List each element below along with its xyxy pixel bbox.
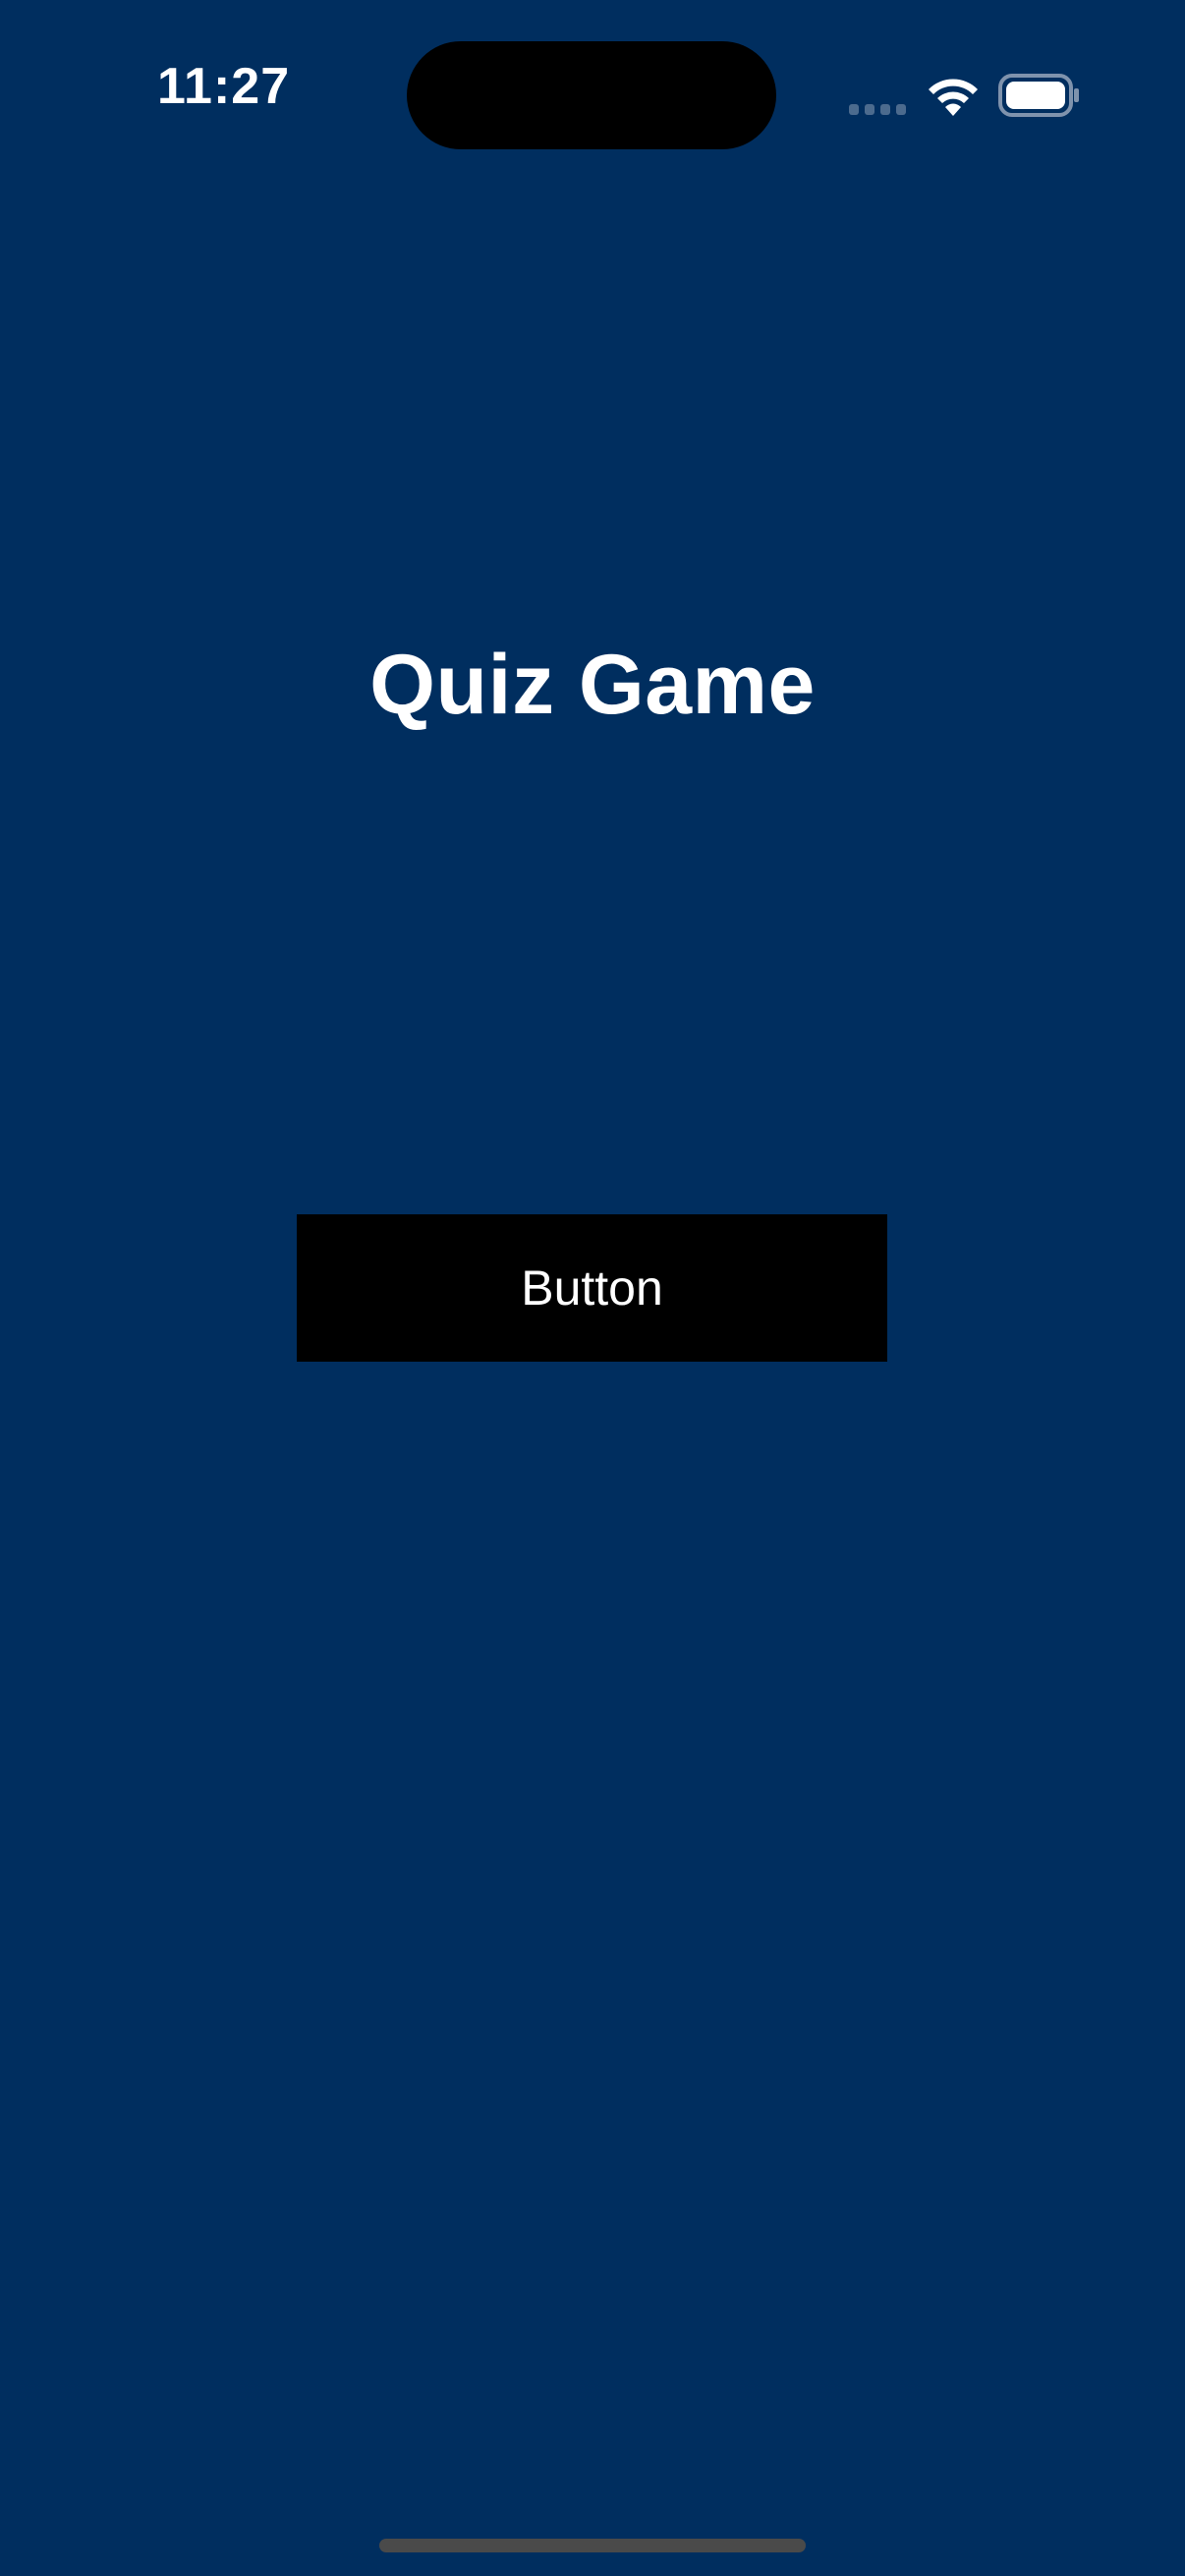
app-screen: 11:27 Quiz Game Button (0, 0, 1185, 2576)
dynamic-island (407, 41, 776, 149)
status-time: 11:27 (157, 58, 291, 115)
battery-icon (998, 74, 1079, 117)
cellular-signal-icon (849, 102, 908, 116)
home-indicator[interactable] (379, 2539, 806, 2552)
main-button[interactable]: Button (297, 1214, 887, 1362)
wifi-icon (929, 79, 978, 116)
page-title: Quiz Game (369, 638, 816, 732)
